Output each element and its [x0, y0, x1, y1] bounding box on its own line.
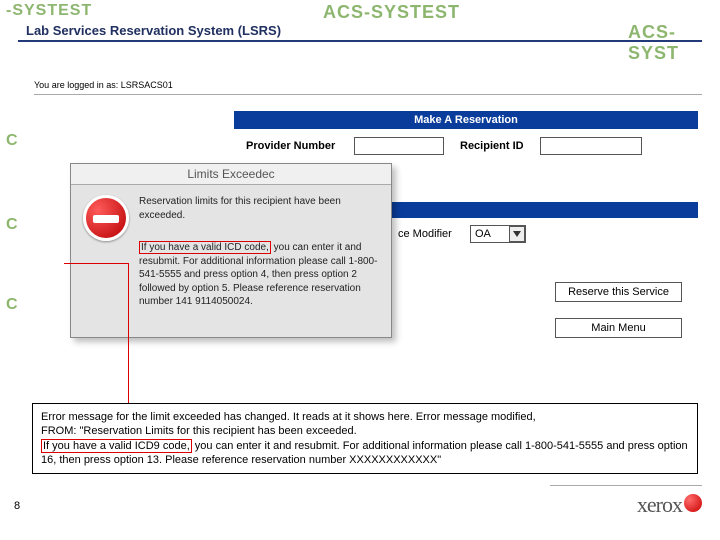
chevron-down-icon — [509, 226, 525, 242]
divider — [388, 202, 698, 218]
divider — [18, 40, 702, 42]
dialog-title: Limits Exceedec — [71, 164, 391, 185]
watermark: ACS-SYST — [628, 22, 720, 64]
label-provider-number: Provider Number — [246, 140, 335, 152]
caption-line: If you have a valid ICD9 code, you can e… — [41, 439, 689, 468]
highlighted-text: If you have a valid ICD9 code, — [41, 439, 192, 453]
watermark: ACS-SYSTEST — [323, 2, 460, 23]
label-recipient-id: Recipient ID — [460, 140, 524, 152]
footer-logo-text: xerox — [637, 492, 682, 518]
watermark: -SYSTEST — [6, 2, 92, 20]
callout-connector — [64, 263, 129, 404]
watermark: C — [6, 216, 19, 234]
watermark: C — [6, 296, 19, 314]
page-title: Lab Services Reservation System (LSRS) — [26, 23, 281, 38]
main-menu-button[interactable]: Main Menu — [555, 318, 682, 338]
highlighted-text: If you have a valid ICD code, — [139, 241, 271, 254]
login-status: You are logged in as: LSRSACS01 — [34, 80, 702, 95]
footer-logo-icon — [684, 494, 702, 512]
recipient-id-input[interactable] — [540, 137, 642, 155]
caption-line: FROM: "Reservation Limits for this recip… — [41, 424, 689, 438]
label-ce-modifier: ce Modifier — [398, 228, 452, 240]
ce-modifier-select[interactable]: OA — [470, 225, 526, 243]
dialog-text: If you have a valid ICD code, you can en… — [139, 241, 379, 309]
divider — [550, 485, 702, 486]
error-icon — [83, 195, 129, 241]
caption-line: Error message for the limit exceeded has… — [41, 410, 689, 424]
reserve-button[interactable]: Reserve this Service — [555, 282, 682, 302]
select-value: OA — [471, 226, 495, 242]
page-number: 8 — [14, 500, 20, 512]
section-header: Make A Reservation — [234, 111, 698, 129]
provider-number-input[interactable] — [354, 137, 444, 155]
dialog-text: Reservation limits for this recipient ha… — [139, 195, 379, 222]
watermark: C — [6, 132, 19, 150]
caption-box: Error message for the limit exceeded has… — [32, 403, 698, 474]
